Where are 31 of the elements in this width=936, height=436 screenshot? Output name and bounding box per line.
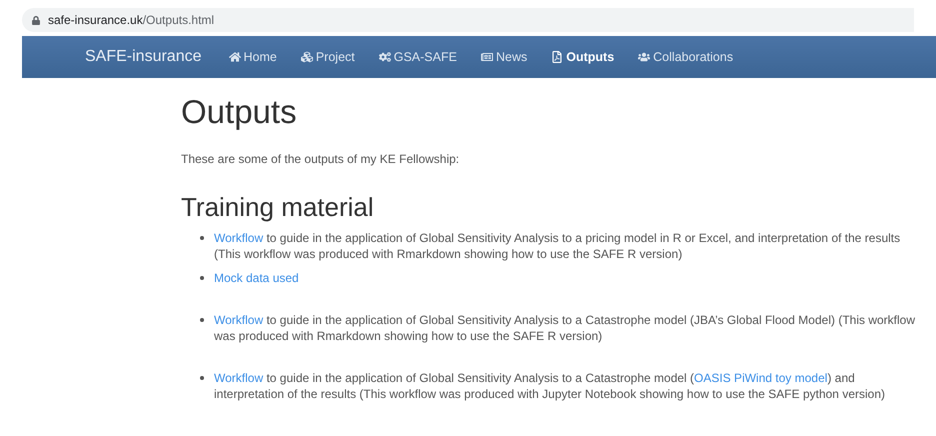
bullet-icon xyxy=(200,276,204,280)
text-link[interactable]: OASIS PiWind toy model xyxy=(694,371,828,385)
bullet-icon xyxy=(200,318,204,322)
text-link[interactable]: Workflow xyxy=(214,371,264,385)
house-icon xyxy=(228,51,240,63)
bullet-icon xyxy=(200,236,204,240)
address-bar[interactable]: safe-insurance.uk/Outputs.html xyxy=(22,8,914,32)
section-heading: Training material xyxy=(181,192,375,222)
list-item-text: Workflow to guide in the application of Global Sensitivity Analysis to a Catastrophe model (OASIS PiWind toy model) and interpretation of the results (This workflow was produced with Jupyter Notebook showing how to use the SAFE python version) xyxy=(214,370,886,402)
page-title: Outputs xyxy=(181,92,298,132)
nav-link[interactable]: GSA-SAFE xyxy=(378,48,457,66)
list-item-text: Workflow to guide in the application of Global Sensitivity Analysis to a Catastrophe model (JBA’s Global Flood Model) (This workflow was produced with Rmarkdown showing how to use the SAFE R version) xyxy=(214,312,916,344)
lock-icon xyxy=(32,16,40,24)
gears-icon xyxy=(378,51,391,63)
nav-link[interactable]: Project xyxy=(300,48,355,66)
text-link[interactable]: Workflow xyxy=(214,231,264,245)
cubes-icon xyxy=(300,51,313,63)
text-link[interactable]: Mock data used xyxy=(214,271,299,285)
bullet-icon xyxy=(200,376,204,380)
brand-link[interactable]: SAFE-insurance xyxy=(85,45,202,69)
pdf-file-icon xyxy=(551,51,564,63)
intro-text: These are some of the outputs of my KE Fellowship: xyxy=(181,151,460,168)
nav-link[interactable]: Home xyxy=(228,48,277,66)
nav-link[interactable]: Collaborations xyxy=(638,48,734,66)
people-icon xyxy=(638,51,650,63)
url-text: safe-insurance.uk/Outputs.html xyxy=(48,12,214,29)
nav-link[interactable]: Outputs xyxy=(551,48,614,66)
list-item-text: Workflow to guide in the application of Global Sensitivity Analysis to a pricing model in R or Excel, and interpretation of the results (This workflow was produced with Rmarkdown showing how to use the SAFE R version) xyxy=(214,230,902,262)
newspaper-icon xyxy=(480,51,493,63)
nav-link[interactable]: News xyxy=(480,48,528,66)
text-link[interactable]: Workflow xyxy=(214,313,264,327)
